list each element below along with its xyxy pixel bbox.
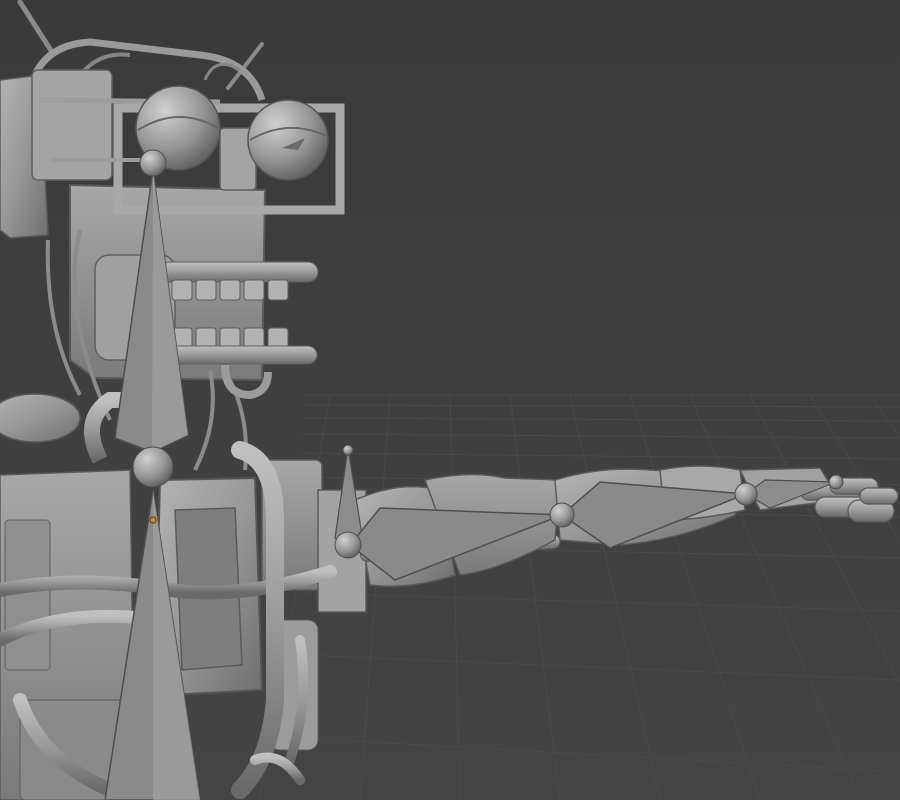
joint-elbow[interactable] bbox=[549, 502, 575, 528]
joint-shoulder-top[interactable] bbox=[342, 444, 354, 456]
lower-teeth bbox=[171, 327, 289, 349]
object-origin-point bbox=[149, 516, 157, 524]
head-side-box bbox=[31, 69, 113, 181]
right-eyeball bbox=[247, 99, 329, 181]
joint-neck[interactable] bbox=[132, 446, 174, 488]
shoulder-capsule bbox=[0, 393, 81, 443]
joint-hand-tip[interactable] bbox=[828, 474, 844, 490]
3d-viewport[interactable] bbox=[0, 0, 900, 800]
joint-shoulder[interactable] bbox=[334, 531, 362, 559]
lower-lip-bar bbox=[161, 345, 318, 365]
upper-teeth bbox=[171, 279, 289, 301]
joint-head-tip[interactable] bbox=[139, 149, 167, 177]
upper-lip-bar bbox=[159, 261, 319, 283]
joint-wrist[interactable] bbox=[734, 482, 758, 506]
